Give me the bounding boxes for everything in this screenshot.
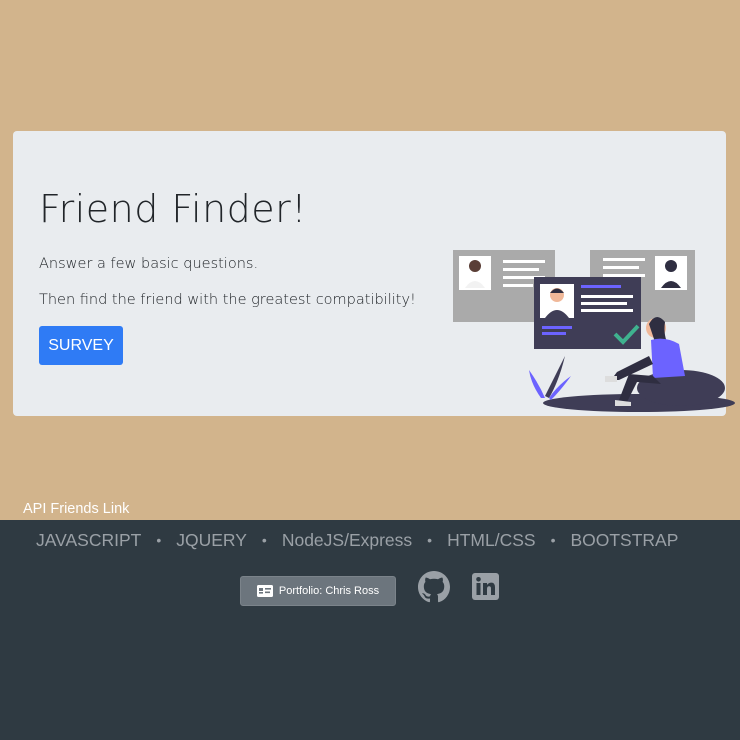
- tech-separator: •: [261, 532, 267, 548]
- portfolio-button-label: Portfolio: Chris Ross: [278, 585, 380, 597]
- tech-stack-list: JAVASCRIPT • JQUERY • NodeJS/Express • HTML/CS…: [36, 530, 678, 551]
- tech-separator: •: [550, 532, 556, 548]
- linkedin-icon: [472, 573, 499, 600]
- tech-separator: •: [427, 532, 433, 548]
- github-link[interactable]: [418, 571, 450, 608]
- tech-item-javascript: JAVASCRIPT: [36, 530, 142, 550]
- tech-item-bootstrap: BOOTSTRAP: [570, 530, 679, 550]
- github-icon: [418, 571, 450, 603]
- tech-item-jquery: JQUERY: [176, 530, 247, 550]
- profile-cards-illustration: [453, 250, 735, 412]
- survey-button[interactable]: SURVEY: [39, 326, 123, 365]
- portfolio-button[interactable]: Portfolio: Chris Ross: [240, 576, 396, 606]
- lead-text-compatibility: Then find the friend with the greatest c…: [39, 292, 416, 308]
- tech-item-html-css: HTML/CSS: [447, 530, 536, 550]
- footer: JAVASCRIPT • JQUERY • NodeJS/Express • HTML/CS…: [0, 520, 740, 740]
- tech-item-nodejs-express: NodeJS/Express: [281, 530, 413, 550]
- tech-separator: •: [156, 532, 162, 548]
- api-friends-link[interactable]: API Friends Link: [23, 501, 129, 517]
- page-title: Friend Finder!: [39, 187, 308, 231]
- hero-jumbotron: Friend Finder! Answer a few basic questi…: [13, 131, 735, 416]
- linkedin-link[interactable]: [472, 573, 499, 605]
- lead-text-intro: Answer a few basic questions.: [39, 256, 259, 272]
- id-card-icon: [256, 585, 273, 597]
